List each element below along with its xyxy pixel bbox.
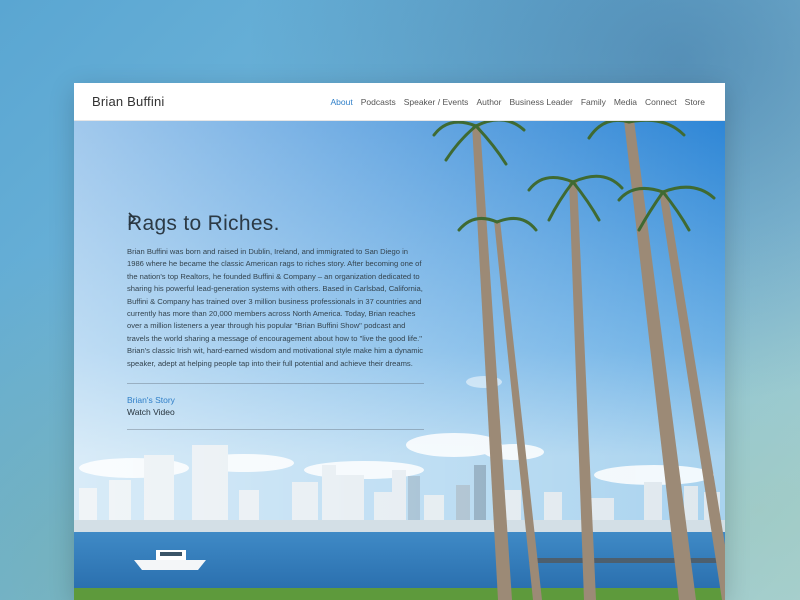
nav-family[interactable]: Family [581, 97, 606, 107]
brand-logo-text[interactable]: Brian Buffini [92, 94, 164, 109]
hero-text-panel: Rags to Riches. Brian Buffini was born a… [127, 212, 424, 431]
main-nav: About Podcasts Speaker / Events Author B… [331, 97, 705, 107]
nav-about[interactable]: About [331, 97, 353, 107]
nav-speaker-events[interactable]: Speaker / Events [404, 97, 469, 107]
nav-author[interactable]: Author [476, 97, 501, 107]
website-frame: Brian Buffini About Podcasts Speaker / E… [74, 83, 725, 600]
hero-section: Rags to Riches. Brian Buffini was born a… [74, 120, 725, 600]
nav-media[interactable]: Media [614, 97, 637, 107]
hero-body-text: Brian Buffini was born and raised in Dub… [127, 247, 424, 368]
story-text-group: Brian's Story Watch Video [127, 395, 175, 417]
watch-video-label[interactable]: Watch Video [127, 407, 175, 417]
chevron-right-icon[interactable] [127, 212, 137, 226]
nav-business-leader[interactable]: Business Leader [509, 97, 572, 107]
hero-headline: Rags to Riches. [127, 212, 280, 235]
nav-podcasts[interactable]: Podcasts [361, 97, 396, 107]
divider-bottom [127, 429, 424, 431]
brians-story-link-row[interactable]: Brian's Story Watch Video [127, 212, 424, 417]
brians-story-link[interactable]: Brian's Story [127, 395, 175, 405]
divider-top [127, 383, 424, 385]
nav-connect[interactable]: Connect [645, 97, 677, 107]
nav-store[interactable]: Store [685, 97, 705, 107]
top-navbar: Brian Buffini About Podcasts Speaker / E… [74, 83, 725, 121]
